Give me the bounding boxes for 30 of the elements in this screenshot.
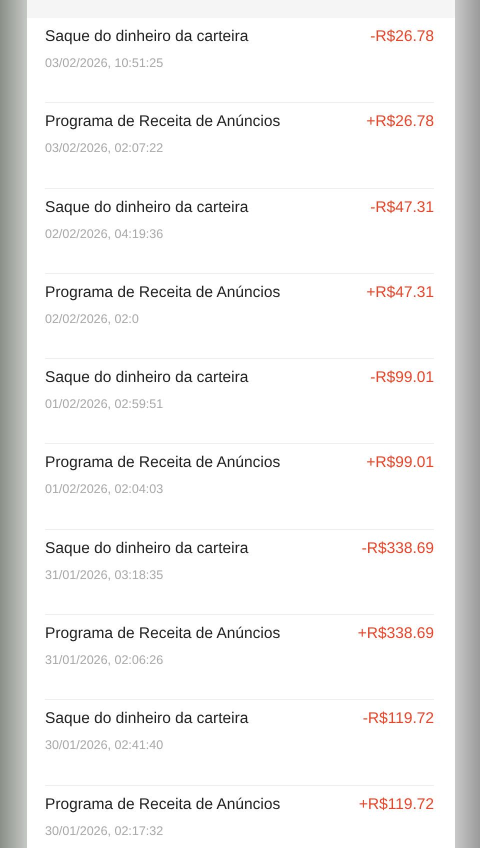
transaction-title: Programa de Receita de Anúncios — [45, 113, 282, 132]
transaction-amount: +R$119.72 — [358, 796, 434, 814]
transaction-title: Saque do dinheiro da carteira — [45, 540, 250, 558]
transaction-amount: +R$338.69 — [358, 625, 434, 644]
transaction-date: 30/01/2026, 02:17:32 — [45, 824, 164, 838]
transaction-title: Saque do dinheiro da carteira — [45, 710, 250, 728]
transaction-amount: -R$119.72 — [362, 710, 434, 728]
transaction-title: Saque do dinheiro da carteira — [45, 369, 250, 388]
transaction-date: 02/02/2026, 04:19:36 — [45, 226, 164, 241]
transaction-amount: -R$338.69 — [362, 540, 434, 558]
transaction-date: 03/02/2026, 02:07:22 — [45, 141, 164, 156]
transaction-title: Programa de Receita de Anúncios — [45, 454, 282, 472]
transaction-title: Programa de Receita de Anúncios — [45, 625, 282, 644]
transaction-title: Saque do dinheiro da carteira — [45, 198, 250, 217]
transaction-date: 30/01/2026, 02:41:40 — [45, 738, 164, 752]
transaction-title: Programa de Receita de Anúncios — [45, 796, 282, 814]
transaction-amount: -R$26.78 — [370, 28, 434, 46]
transaction-amount: +R$99.01 — [366, 454, 434, 472]
transaction-title: Programa de Receita de Anúncios — [45, 284, 282, 302]
transaction-date: 01/02/2026, 02:59:51 — [45, 397, 164, 412]
transaction-amount: -R$47.31 — [370, 198, 434, 217]
transaction-amount: -R$99.01 — [370, 369, 434, 388]
transaction-date: 01/02/2026, 02:04:03 — [45, 482, 164, 496]
transaction-amount: +R$26.78 — [366, 113, 434, 132]
transaction-title: Saque do dinheiro da carteira — [45, 28, 250, 46]
transaction-amount: +R$47.31 — [366, 284, 434, 302]
transaction-date: 02/02/2026, 02:0 — [45, 312, 140, 326]
transaction-date: 03/02/2026, 10:51:25 — [45, 56, 164, 70]
transaction-date: 31/01/2026, 03:18:35 — [45, 568, 164, 582]
transaction-date: 31/01/2026, 02:06:26 — [45, 653, 164, 668]
